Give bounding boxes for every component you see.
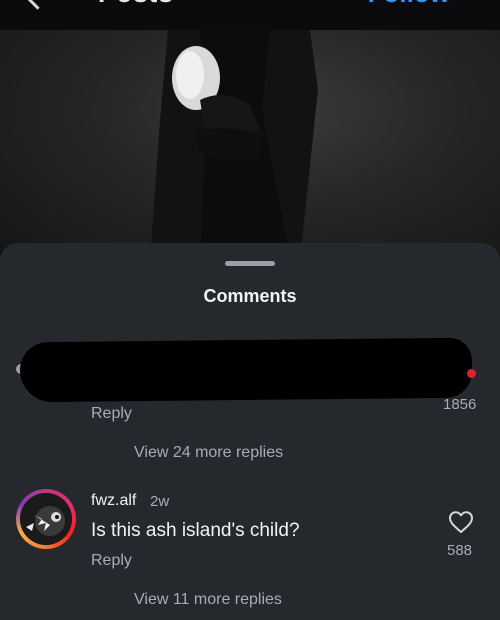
avatar[interactable] bbox=[16, 489, 76, 549]
post-photo-art bbox=[150, 30, 318, 260]
reply-button[interactable]: Reply bbox=[91, 552, 132, 570]
drag-handle[interactable] bbox=[225, 261, 275, 266]
view-more-replies-second[interactable]: View 11 more replies bbox=[134, 591, 282, 609]
first-comment-like-count: 1856 bbox=[443, 397, 477, 409]
comments-title: Comments bbox=[203, 286, 297, 306]
post-image[interactable] bbox=[0, 30, 500, 260]
first-comment-reply-button[interactable]: Reply bbox=[91, 405, 132, 423]
avatar-image bbox=[20, 493, 72, 545]
comment-text: Is this ash island's child? bbox=[91, 520, 300, 541]
top-bar: Posts Follow bbox=[0, 0, 500, 30]
comment-like-count: 588 bbox=[447, 542, 473, 559]
comment-timestamp: 2w bbox=[150, 493, 170, 510]
redacted-heart-edge bbox=[467, 369, 476, 378]
comment-username[interactable]: fwz.alf bbox=[91, 492, 136, 510]
view-more-replies-first[interactable]: View 24 more replies bbox=[134, 444, 283, 462]
redacted-comment bbox=[19, 337, 473, 403]
heart-outline-icon[interactable] bbox=[448, 510, 474, 534]
back-chevron-icon[interactable] bbox=[21, 0, 54, 10]
follow-button[interactable]: Follow bbox=[368, 0, 450, 9]
page-title: Posts bbox=[98, 0, 174, 9]
comments-sheet: Comments 1856 Reply View 24 more replies… bbox=[0, 243, 500, 620]
